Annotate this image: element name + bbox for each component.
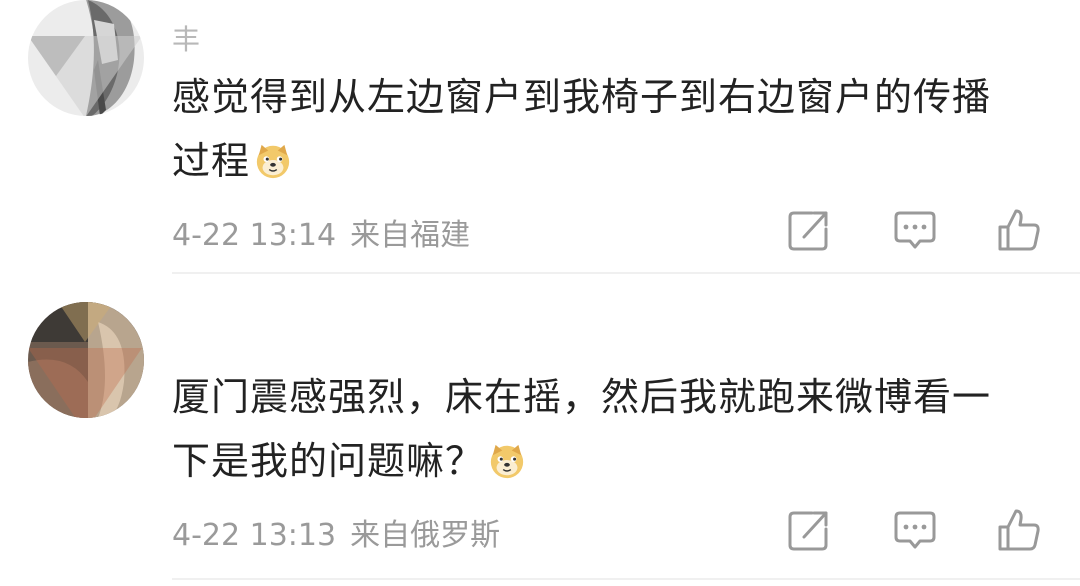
thumbs-up-icon — [998, 209, 1040, 251]
like-button[interactable] — [994, 505, 1044, 555]
username[interactable]: 丰 — [172, 18, 202, 58]
share-button[interactable] — [784, 205, 834, 255]
avatar[interactable] — [28, 0, 144, 116]
comment-date: 4-22 13:14 — [172, 218, 337, 253]
comment-button[interactable] — [890, 205, 940, 255]
comment-meta: 4-22 13:14 来自福建 — [172, 210, 470, 254]
comment-actions — [780, 205, 1060, 255]
comment-text-line: 下是我的问题嘛？ — [172, 439, 485, 483]
comment-date: 4-22 13:13 — [172, 518, 337, 553]
share-button[interactable] — [784, 505, 834, 555]
comment-text-line: 厦门震感强烈，床在摇，然后我就跑来微博看一 — [172, 375, 992, 419]
comment-item: 厦门震感强烈，床在摇，然后我就跑来微博看一 下是我的问题嘛？ 4-22 13:1… — [0, 276, 1080, 586]
thumbs-up-icon — [998, 509, 1040, 551]
comment-icon — [894, 211, 936, 249]
comment-meta: 4-22 13:13 来自俄罗斯 — [172, 510, 500, 554]
comment-location: 来自俄罗斯 — [350, 518, 501, 553]
comment-text-line: 过程 — [172, 139, 251, 183]
divider — [172, 272, 1080, 274]
comment-item: 丰 感觉得到从左边窗户到我椅子到右边窗户的传播 过程 4-22 13:14 来自福… — [0, 0, 1080, 276]
share-icon — [788, 211, 828, 251]
comment-actions — [780, 505, 1060, 555]
comment-text: 感觉得到从左边窗户到我椅子到右边窗户的传播 过程 — [172, 65, 1052, 193]
comment-location: 来自福建 — [350, 218, 471, 253]
like-button[interactable] — [994, 205, 1044, 255]
comment-icon — [894, 511, 936, 549]
avatar[interactable] — [28, 302, 144, 418]
comment-text: 厦门震感强烈，床在摇，然后我就跑来微博看一 下是我的问题嘛？ — [172, 365, 1052, 493]
divider — [172, 578, 1080, 580]
comment-button[interactable] — [890, 505, 940, 555]
doge-emoji-icon — [254, 135, 292, 179]
share-icon — [788, 511, 828, 551]
doge-emoji-icon — [488, 435, 526, 479]
comment-text-line: 感觉得到从左边窗户到我椅子到右边窗户的传播 — [172, 75, 992, 119]
